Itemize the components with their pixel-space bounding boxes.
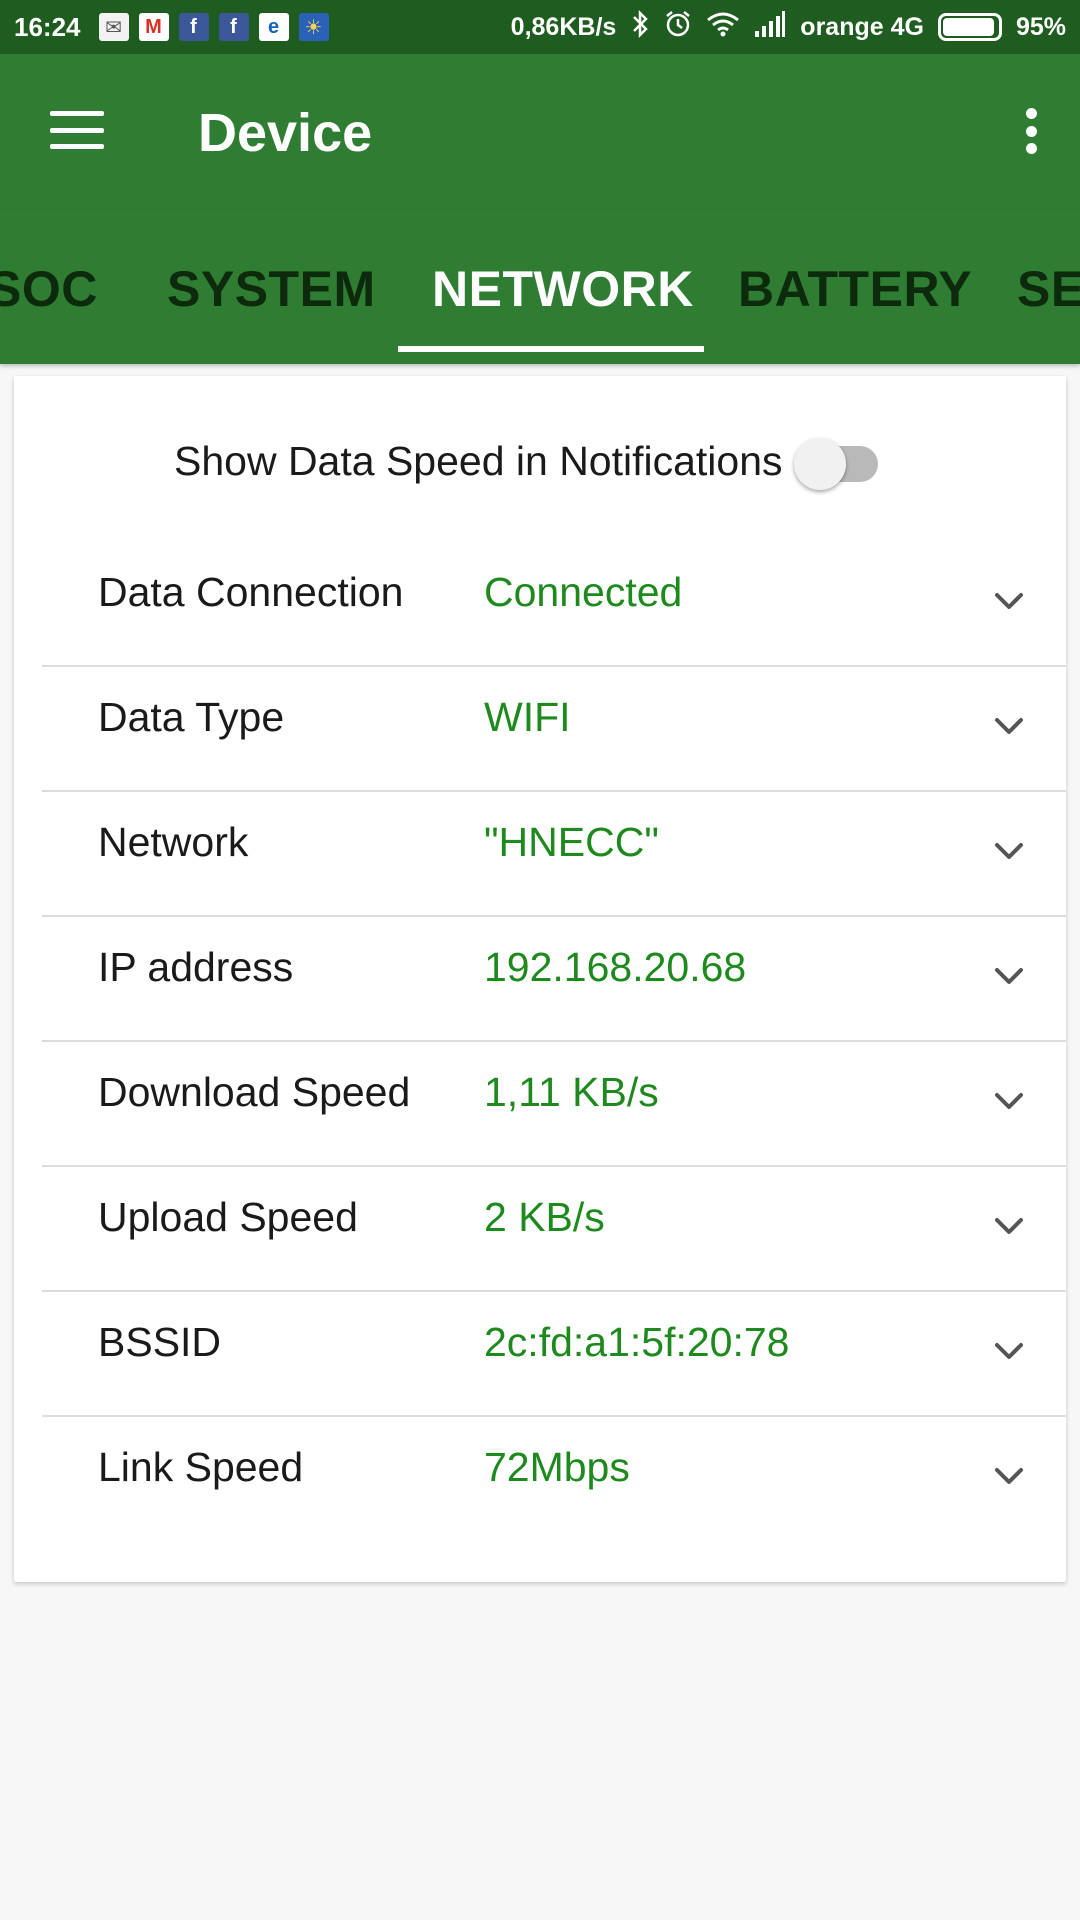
battery-level <box>942 18 995 36</box>
chevron-down-icon[interactable] <box>992 1334 1026 1368</box>
info-label: IP address <box>98 944 294 990</box>
info-label: Network <box>98 819 249 865</box>
chevron-down-icon[interactable] <box>992 584 1026 618</box>
tab-sensors[interactable]: SE <box>1017 260 1080 318</box>
tab-bar: SOC SYSTEM NETWORK BATTERY SE <box>0 210 1080 364</box>
info-value: 1,11 KB/s <box>484 1069 659 1115</box>
menu-icon[interactable] <box>50 111 104 149</box>
info-value: 192.168.20.68 <box>484 944 747 990</box>
carrier-label: orange 4G <box>800 12 924 41</box>
status-time: 16:24 <box>14 11 81 42</box>
list-item[interactable]: BSSID 2c:fd:a1:5f:20:78 <box>42 1292 1066 1417</box>
status-left: 16:24 ✉ Mf f e ☀ <box>14 12 329 43</box>
weather-icon: ☀ <box>298 13 329 41</box>
network-info-list: Data Connection Connected Data Type WIFI Net… <box>42 542 1066 1542</box>
tab-indicator <box>398 346 704 352</box>
facebook-icon: f <box>218 13 249 41</box>
bluetooth-icon <box>630 9 650 45</box>
tab-network[interactable]: NETWORK <box>432 260 694 318</box>
notification-toggle-row: Show Data Speed in Notifications <box>14 432 1066 496</box>
info-label: Data Type <box>98 694 285 740</box>
gmail-icon: M <box>138 13 169 41</box>
chevron-down-icon[interactable] <box>992 834 1026 868</box>
facebook-icon: f <box>178 13 209 41</box>
page-title: Device <box>198 103 373 163</box>
list-item[interactable]: Upload Speed 2 KB/s <box>42 1167 1066 1292</box>
info-value: 2 KB/s <box>484 1194 605 1240</box>
chevron-down-icon[interactable] <box>992 1084 1026 1118</box>
chevron-down-icon[interactable] <box>992 1459 1026 1493</box>
battery-icon <box>937 13 1002 41</box>
status-right: 0,86KB/s orange 4G 95% <box>510 9 1066 45</box>
info-value: WIFI <box>484 694 571 740</box>
wifi-icon <box>706 11 740 44</box>
mail-icon: ✉ <box>98 13 129 41</box>
tab-battery[interactable]: BATTERY <box>738 260 972 318</box>
status-bar: 16:24 ✉ Mf f e ☀ 0,86KB/s orange 4G 95% <box>0 0 1080 54</box>
list-item[interactable]: Download Speed 1,11 KB/s <box>42 1042 1066 1167</box>
info-label: Link Speed <box>98 1444 304 1490</box>
toggle-label: Show Data Speed in Notifications <box>174 438 783 484</box>
tab-soc[interactable]: SOC <box>0 260 98 318</box>
list-item[interactable]: Network "HNECC" <box>42 792 1066 917</box>
info-value: 72Mbps <box>484 1444 630 1490</box>
info-label: Download Speed <box>98 1069 411 1115</box>
chevron-down-icon[interactable] <box>992 1209 1026 1243</box>
list-item[interactable]: Data Type WIFI <box>42 667 1066 792</box>
more-options-icon[interactable] <box>1024 108 1038 154</box>
notification-icons: ✉ Mf f e ☀ <box>98 13 329 41</box>
info-label: BSSID <box>98 1319 222 1365</box>
signal-icon <box>754 10 786 44</box>
info-label: Data Connection <box>98 569 404 615</box>
data-speed-indicator: 0,86KB/s <box>510 12 617 41</box>
info-value: "HNECC" <box>484 819 659 865</box>
tab-system[interactable]: SYSTEM <box>167 260 376 318</box>
list-item[interactable]: Link Speed 72Mbps <box>42 1417 1066 1542</box>
chevron-down-icon[interactable] <box>992 959 1026 993</box>
list-item[interactable]: IP address 192.168.20.68 <box>42 917 1066 1042</box>
info-label: Upload Speed <box>98 1194 358 1240</box>
app-bar: Device <box>0 54 1080 210</box>
info-value: 2c:fd:a1:5f:20:78 <box>484 1319 790 1365</box>
battery-percent: 95% <box>1015 12 1066 41</box>
network-card: Show Data Speed in Notifications Data Co… <box>14 376 1066 1582</box>
switch-thumb <box>794 438 846 490</box>
list-item[interactable]: Data Connection Connected <box>42 542 1066 667</box>
alarm-icon <box>664 10 692 45</box>
data-speed-switch[interactable] <box>790 432 890 490</box>
info-value: Connected <box>484 569 683 615</box>
chevron-down-icon[interactable] <box>992 709 1026 743</box>
emag-icon: e <box>258 13 289 41</box>
